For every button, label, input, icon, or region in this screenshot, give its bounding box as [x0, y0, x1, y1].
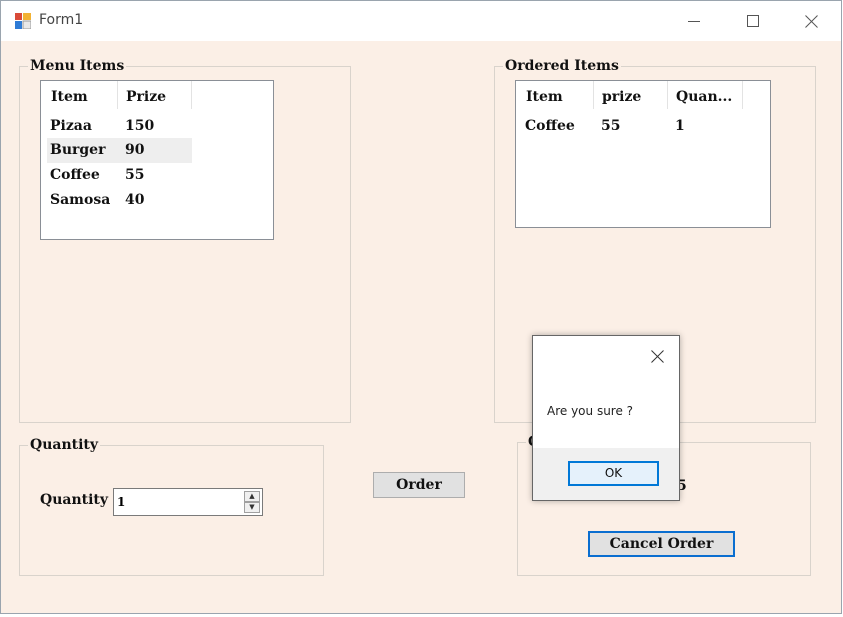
order-button[interactable]: Order — [373, 472, 465, 498]
app-icon — [15, 13, 31, 29]
maximize-button[interactable] — [723, 1, 781, 41]
list-item-prize: 40 — [125, 192, 145, 208]
list-item-name: Coffee — [50, 167, 100, 183]
ordered-list-header: Item prize Quan... — [518, 81, 743, 109]
close-button[interactable] — [783, 1, 841, 41]
column-header-prize[interactable]: Prize — [118, 81, 192, 109]
quantity-legend: Quantity — [28, 437, 101, 453]
list-item[interactable]: Pizaa 150 — [47, 114, 192, 139]
dialog-message: Are you sure ? — [547, 404, 634, 418]
window-title: Form1 — [39, 12, 84, 28]
list-item-prize: 90 — [125, 142, 145, 158]
column-header-item[interactable]: Item — [43, 81, 118, 109]
cancel-order-button[interactable]: Cancel Order — [588, 531, 735, 557]
form-window: Form1 Menu Items Item Prize Pizaa 150 Bu… — [0, 0, 842, 614]
list-item-name: Pizaa — [50, 118, 92, 134]
confirm-dialog: Are you sure ? OK — [532, 335, 680, 501]
list-item-name: Coffee — [525, 118, 575, 134]
ordered-items-list[interactable]: Item prize Quan... Coffee 55 1 — [515, 80, 771, 228]
column-header-item[interactable]: Item — [518, 81, 594, 109]
quantity-stepper[interactable]: 1 ▲ ▼ — [113, 488, 263, 516]
column-header-quantity[interactable]: Quan... — [668, 81, 743, 109]
spin-down-icon[interactable]: ▼ — [244, 502, 260, 513]
list-item[interactable]: Burger 90 — [47, 138, 192, 163]
list-item-name: Samosa — [50, 192, 111, 208]
quantity-value: 1 — [117, 495, 126, 509]
list-item-name: Burger — [50, 142, 106, 158]
menu-items-list[interactable]: Item Prize Pizaa 150 Burger 90 Coffee 55… — [40, 80, 274, 240]
list-item-prize: 55 — [125, 167, 145, 183]
dialog-close-button[interactable] — [649, 348, 667, 366]
menu-items-legend: Menu Items — [28, 58, 127, 74]
list-item-quantity: 1 — [675, 118, 685, 134]
title-bar[interactable]: Form1 — [1, 1, 841, 41]
spin-up-icon[interactable]: ▲ — [244, 491, 260, 502]
list-item[interactable]: Coffee 55 — [47, 163, 192, 188]
menu-list-header: Item Prize — [43, 81, 192, 109]
column-header-prize[interactable]: prize — [594, 81, 668, 109]
quantity-label: Quantity — [40, 492, 109, 508]
list-item[interactable]: Samosa 40 — [47, 188, 192, 213]
list-item-prize: 55 — [601, 118, 621, 134]
list-item[interactable]: Coffee 55 1 — [522, 114, 732, 139]
dialog-footer: OK — [533, 448, 679, 500]
minimize-button[interactable] — [665, 1, 723, 41]
ok-button[interactable]: OK — [568, 461, 659, 486]
ordered-items-legend: Ordered Items — [503, 58, 621, 74]
list-item-prize: 150 — [125, 118, 155, 134]
